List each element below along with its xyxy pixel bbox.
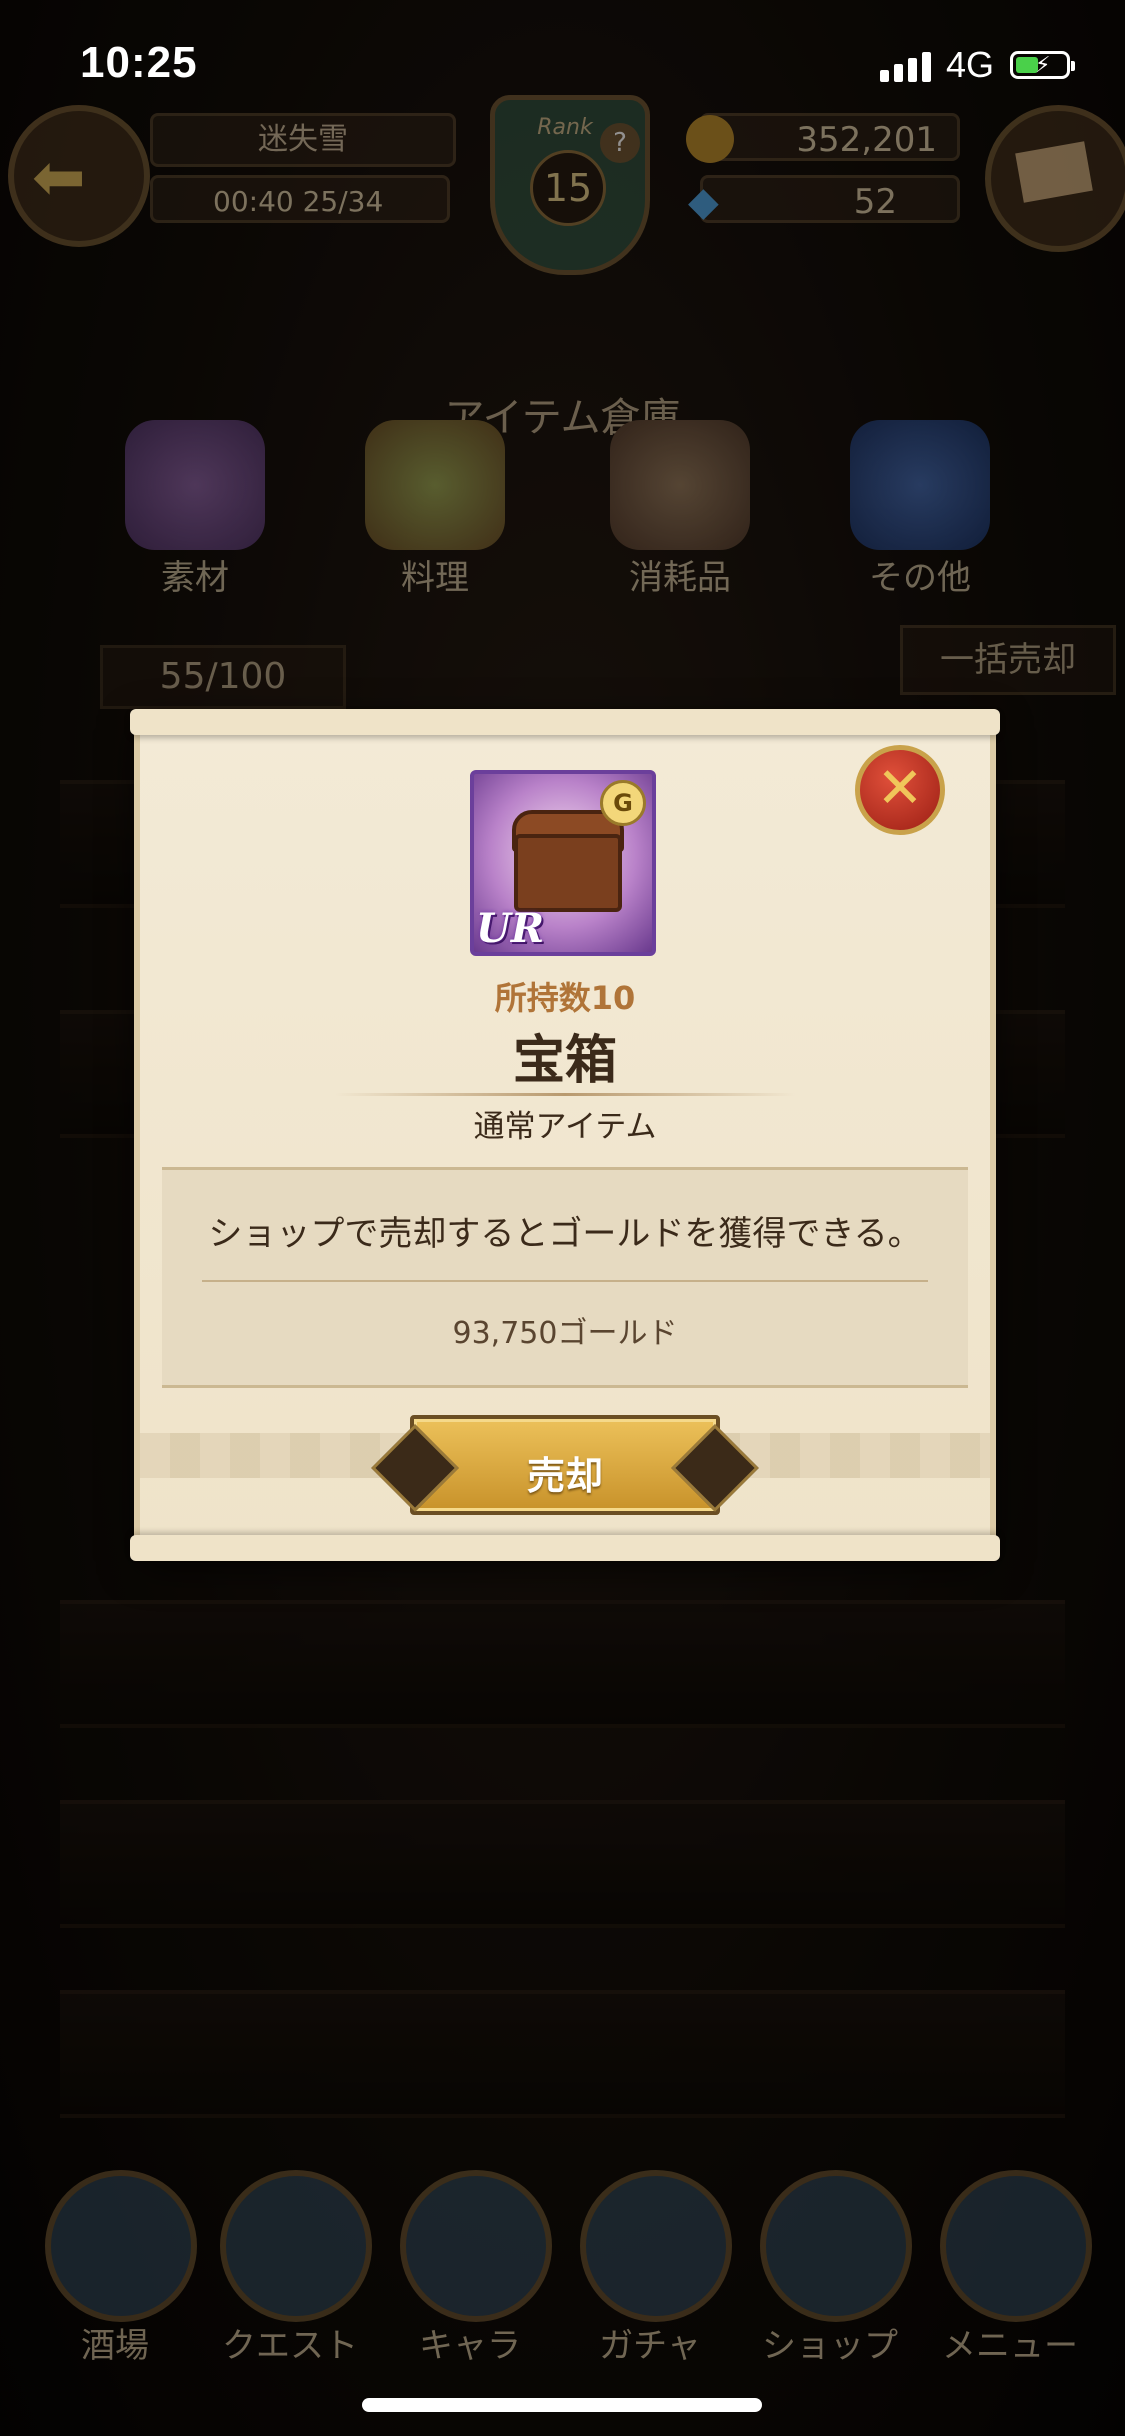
- battery-icon: ⚡: [1010, 51, 1075, 79]
- item-image: G UR: [470, 770, 656, 956]
- nav-menu[interactable]: メニュー: [925, 2170, 1095, 2366]
- gem-counter[interactable]: 52: [700, 175, 960, 223]
- gear-icon: [940, 2170, 1092, 2322]
- shop-icon: [760, 2170, 912, 2322]
- bag-icon: [610, 420, 750, 550]
- nav-label: メニュー: [942, 2326, 1078, 2366]
- nav-label: クエスト: [222, 2326, 358, 2366]
- envelope-icon: [1015, 141, 1093, 203]
- status-time: 10:25: [80, 38, 198, 87]
- nav-chara[interactable]: キャラ: [385, 2170, 555, 2366]
- sell-button[interactable]: 売却: [410, 1415, 720, 1515]
- item-detail-dialog: ✕ G UR 所持数10 宝箱 通常アイテム ショップで売却するとゴールドを獲得…: [130, 709, 1000, 1561]
- tab-consumables[interactable]: 消耗品: [595, 400, 765, 600]
- item-name: 宝箱: [512, 1031, 617, 1091]
- tavern-icon: [45, 2170, 197, 2322]
- rarity-badge: UR: [476, 905, 545, 952]
- rank-value: 15: [530, 150, 606, 226]
- gold-badge-icon: G: [600, 780, 646, 826]
- item-info-box: ショップで売却するとゴールドを獲得できる。 93,750ゴールド: [162, 1167, 968, 1388]
- status-bar: 10:25 4G ⚡: [0, 0, 1125, 130]
- food-icon: [365, 420, 505, 550]
- inventory-capacity: 55/100: [100, 645, 346, 709]
- sell-all-button[interactable]: 一括売却: [900, 625, 1116, 695]
- item-description: ショップで売却するとゴールドを獲得できる。: [208, 1214, 922, 1254]
- gem-icon: ◆: [688, 179, 719, 225]
- nav-gacha[interactable]: ガチャ: [565, 2170, 735, 2366]
- treasure-chest-icon: [514, 834, 622, 912]
- helmet-icon: [400, 2170, 552, 2322]
- potion-icon: [125, 420, 265, 550]
- divider: [202, 1280, 928, 1282]
- nav-tavern[interactable]: 酒場: [30, 2170, 200, 2366]
- trophy-icon: [850, 420, 990, 550]
- sell-price: 93,750ゴールド: [452, 1316, 678, 1351]
- stamina-value: 25/34: [302, 185, 384, 218]
- nav-label: 酒場: [81, 2326, 149, 2366]
- bottom-nav: 酒場 クエスト キャラ ガチャ ショップ メニュー: [0, 2160, 1125, 2366]
- nav-label: ショップ: [762, 2326, 898, 2366]
- nav-shop[interactable]: ショップ: [745, 2170, 915, 2366]
- close-button[interactable]: ✕: [855, 745, 945, 835]
- nav-label: ガチャ: [599, 2326, 701, 2366]
- back-arrow-icon: ⬅: [32, 141, 86, 215]
- scroll-icon: [220, 2170, 372, 2322]
- tab-food[interactable]: 料理: [350, 400, 520, 600]
- tab-materials[interactable]: 素材: [110, 400, 280, 600]
- signal-icon: [880, 52, 931, 82]
- nav-quest[interactable]: クエスト: [205, 2170, 375, 2366]
- nav-label: キャラ: [419, 2326, 521, 2366]
- stamina-bar[interactable]: 00:40 25/34: [150, 175, 450, 223]
- sell-button-label: 売却: [526, 1454, 603, 1498]
- close-icon: ✕: [876, 756, 924, 821]
- network-label: 4G: [946, 44, 995, 85]
- item-type: 通常アイテム: [473, 1109, 657, 1145]
- tab-label: 料理: [401, 558, 469, 598]
- tab-other[interactable]: その他: [835, 400, 1005, 600]
- crystal-icon: [580, 2170, 732, 2322]
- owned-count: 所持数10: [494, 979, 636, 1017]
- tab-label: 素材: [161, 558, 229, 598]
- stamina-timer: 00:40: [213, 185, 294, 218]
- divider: [335, 1093, 795, 1096]
- tab-label: 消耗品: [629, 558, 731, 598]
- tab-label: その他: [869, 558, 971, 598]
- home-indicator[interactable]: [362, 2398, 762, 2412]
